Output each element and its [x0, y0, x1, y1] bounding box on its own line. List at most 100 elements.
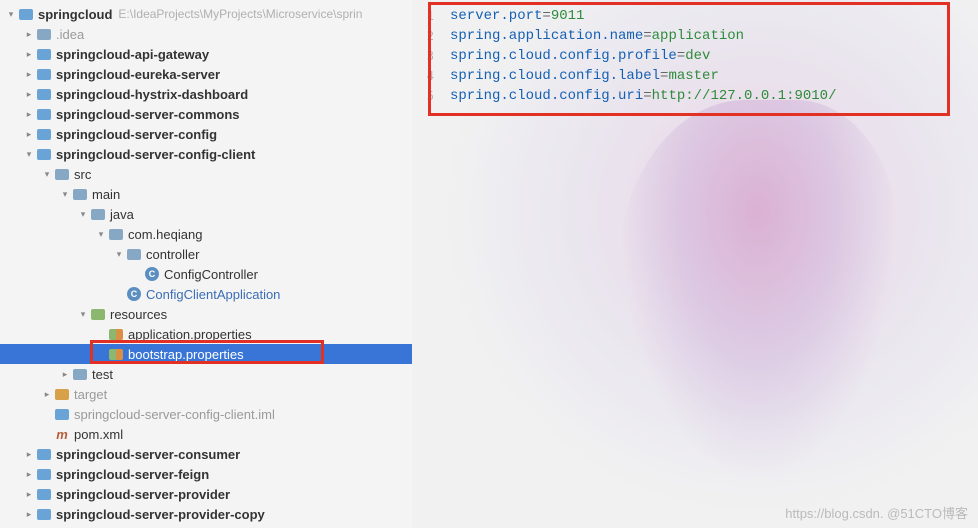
tree-label: java	[110, 207, 134, 222]
chevron-right-icon[interactable]: ▸	[24, 489, 34, 499]
tree-item-controller[interactable]: ▾controller	[0, 244, 412, 264]
chevron-right-icon[interactable]: ▸	[24, 89, 34, 99]
property-value: application	[652, 28, 744, 44]
chevron-down-icon[interactable]: ▾	[96, 229, 106, 239]
tree-item-main[interactable]: ▾ main	[0, 184, 412, 204]
tree-item--idea[interactable]: ▸ .idea	[0, 24, 412, 44]
module-icon	[36, 466, 52, 482]
property-key: server.port	[450, 8, 542, 24]
code-line[interactable]: spring.application.name=application	[450, 26, 970, 46]
chevron-down-icon[interactable]: ▾	[6, 9, 16, 19]
tree-item-springcloud[interactable]: ▾springcloudE:\IdeaProjects\MyProjects\M…	[0, 4, 412, 24]
property-key: spring.cloud.config.uri	[450, 88, 643, 104]
equals-sign: =	[643, 88, 651, 104]
project-tree-panel[interactable]: ▾springcloudE:\IdeaProjects\MyProjects\M…	[0, 0, 412, 528]
property-value: master	[668, 68, 718, 84]
tree-item-target[interactable]: ▸ target	[0, 384, 412, 404]
no-arrow	[96, 329, 106, 339]
tree-item-pom-xml[interactable]: mpom.xml	[0, 424, 412, 444]
chevron-right-icon[interactable]: ▸	[24, 469, 34, 479]
line-number: 4	[412, 66, 442, 86]
code-line[interactable]: spring.cloud.config.label=master	[450, 66, 970, 86]
tree-label: bootstrap.properties	[128, 347, 244, 362]
chevron-right-icon[interactable]: ▸	[24, 49, 34, 59]
line-number: 1	[412, 6, 442, 26]
folder-orange-icon	[54, 386, 70, 402]
tree-label: .idea	[56, 27, 84, 42]
project-path: E:\IdeaProjects\MyProjects\Microservice\…	[118, 7, 362, 21]
chevron-down-icon[interactable]: ▾	[78, 209, 88, 219]
tree-item-configclientapplication[interactable]: CConfigClientApplication	[0, 284, 412, 304]
line-gutter: 12345	[412, 6, 442, 106]
tree-item-springcloud-server-config-client[interactable]: ▾springcloud-server-config-client	[0, 144, 412, 164]
no-arrow	[42, 429, 52, 439]
chevron-down-icon[interactable]: ▾	[60, 189, 70, 199]
module-icon	[36, 106, 52, 122]
tree-label: springcloud-hystrix-dashboard	[56, 87, 248, 102]
chevron-down-icon[interactable]: ▾	[78, 309, 88, 319]
chevron-right-icon[interactable]: ▸	[24, 69, 34, 79]
code-line[interactable]: spring.cloud.config.profile=dev	[450, 46, 970, 66]
chevron-right-icon[interactable]: ▸	[24, 129, 34, 139]
tree-label: springcloud-server-commons	[56, 107, 240, 122]
tree-item-springcloud-eureka-server[interactable]: ▸springcloud-eureka-server	[0, 64, 412, 84]
chevron-down-icon[interactable]: ▾	[114, 249, 124, 259]
tree-label: target	[74, 387, 107, 402]
code-line[interactable]: spring.cloud.config.uri=http://127.0.0.1…	[450, 86, 970, 106]
chevron-right-icon[interactable]: ▸	[42, 389, 52, 399]
tree-item-java[interactable]: ▾ java	[0, 204, 412, 224]
tree-item-springcloud-server-config[interactable]: ▸springcloud-server-config	[0, 124, 412, 144]
folder-icon	[108, 226, 124, 242]
chevron-down-icon[interactable]: ▾	[42, 169, 52, 179]
chevron-right-icon[interactable]: ▸	[24, 509, 34, 519]
code-line[interactable]: server.port=9011	[450, 6, 970, 26]
module-icon	[18, 6, 34, 22]
folder-icon	[36, 26, 52, 42]
folder-icon	[126, 246, 142, 262]
tree-item-springcloud-server-feign[interactable]: ▸springcloud-server-feign	[0, 464, 412, 484]
tree-label: springcloud-server-provider	[56, 487, 230, 502]
chevron-right-icon[interactable]: ▸	[24, 29, 34, 39]
chevron-right-icon[interactable]: ▸	[60, 369, 70, 379]
line-number: 5	[412, 86, 442, 106]
props-icon	[108, 326, 124, 342]
equals-sign: =	[643, 28, 651, 44]
line-number: 2	[412, 26, 442, 46]
editor-panel[interactable]: 12345 server.port=9011spring.application…	[412, 0, 978, 528]
property-value: dev	[685, 48, 710, 64]
code-area[interactable]: server.port=9011spring.application.name=…	[450, 6, 970, 106]
tree-label: pom.xml	[74, 427, 123, 442]
module-icon	[36, 146, 52, 162]
tree-label: test	[92, 367, 113, 382]
tree-item-configcontroller[interactable]: CConfigController	[0, 264, 412, 284]
tree-label: com.heqiang	[128, 227, 202, 242]
class-icon: C	[126, 286, 142, 302]
tree-item-springcloud-server-commons[interactable]: ▸ springcloud-server-commons	[0, 104, 412, 124]
tree-item-test[interactable]: ▸ test	[0, 364, 412, 384]
module-icon	[36, 126, 52, 142]
module-icon	[36, 446, 52, 462]
tree-item-springcloud-server-config-client-iml[interactable]: springcloud-server-config-client.iml	[0, 404, 412, 424]
tree-item-springcloud-server-provider[interactable]: ▸ springcloud-server-provider	[0, 484, 412, 504]
class-icon: C	[144, 266, 160, 282]
tree-label: src	[74, 167, 91, 182]
tree-item-springcloud-server-consumer[interactable]: ▸springcloud-server-consumer	[0, 444, 412, 464]
folder-icon	[90, 206, 106, 222]
chevron-right-icon[interactable]: ▸	[24, 449, 34, 459]
tree-item-springcloud-api-gateway[interactable]: ▸ springcloud-api-gateway	[0, 44, 412, 64]
module-icon	[36, 486, 52, 502]
chevron-right-icon[interactable]: ▸	[24, 109, 34, 119]
tree-label: springcloud-api-gateway	[56, 47, 209, 62]
tree-label: springcloud-server-provider-copy	[56, 507, 265, 522]
tree-item-bootstrap-properties[interactable]: bootstrap.properties	[0, 344, 412, 364]
tree-item-springcloud-server-provider-copy[interactable]: ▸ springcloud-server-provider-copy	[0, 504, 412, 524]
folder-icon	[72, 186, 88, 202]
tree-item-resources[interactable]: ▾resources	[0, 304, 412, 324]
tree-label: main	[92, 187, 120, 202]
chevron-down-icon[interactable]: ▾	[24, 149, 34, 159]
tree-item-springcloud-hystrix-dashboard[interactable]: ▸ springcloud-hystrix-dashboard	[0, 84, 412, 104]
watermark: https://blog.csdn. @51CTO博客	[785, 503, 968, 522]
tree-item-src[interactable]: ▾ src	[0, 164, 412, 184]
tree-item-com-heqiang[interactable]: ▾ com.heqiang	[0, 224, 412, 244]
tree-item-application-properties[interactable]: application.properties	[0, 324, 412, 344]
